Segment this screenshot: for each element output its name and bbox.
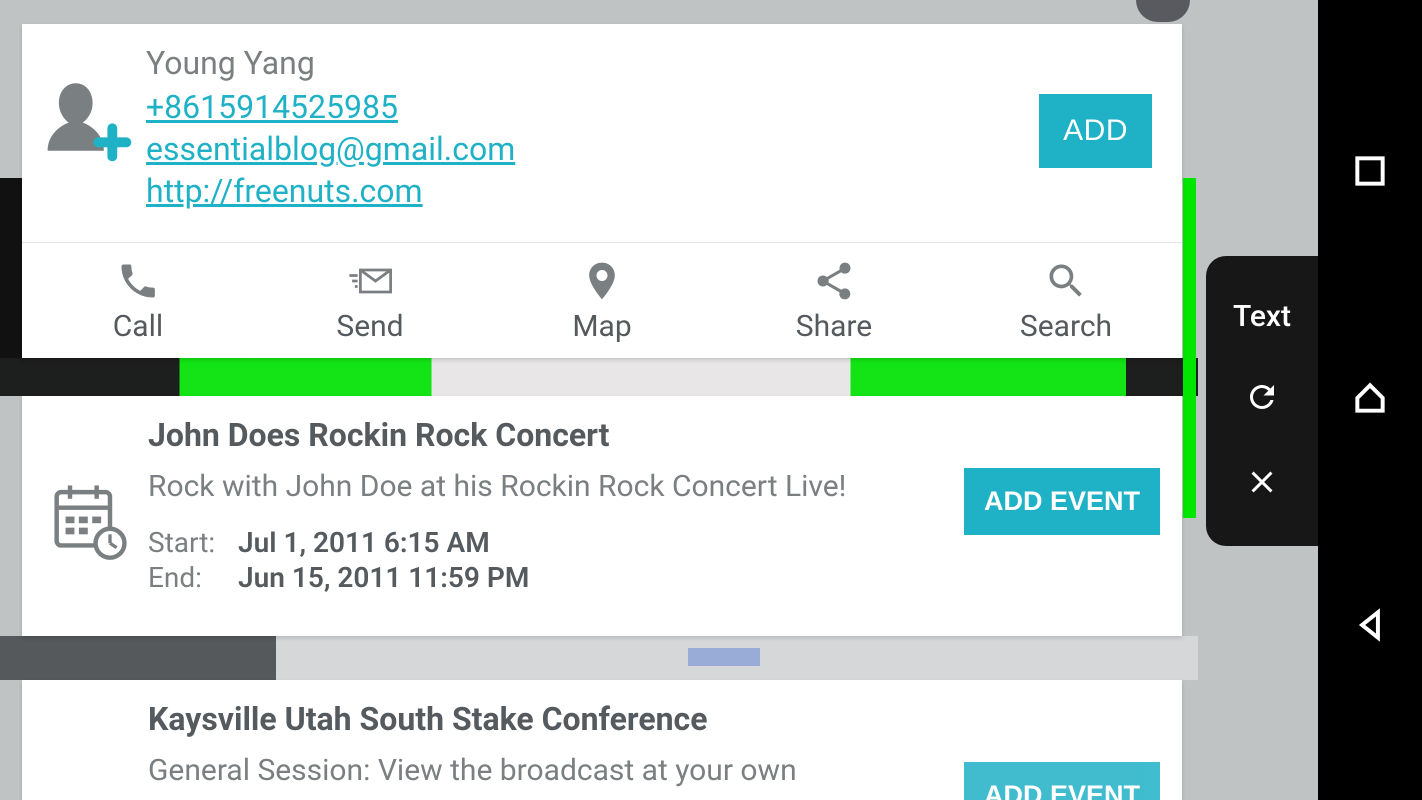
add-event-button-2[interactable]: ADD EVENT: [964, 762, 1160, 800]
action-row: Call Send Map: [22, 242, 1182, 358]
background-strip-dark: [0, 636, 276, 680]
refresh-button[interactable]: [1244, 379, 1280, 419]
nav-home-button[interactable]: [1351, 379, 1389, 421]
add-event-button-1[interactable]: ADD EVENT: [964, 468, 1160, 535]
share-icon: [812, 259, 856, 303]
search-label: Search: [1020, 309, 1112, 344]
share-action[interactable]: Share: [718, 243, 950, 358]
side-text-button[interactable]: Text: [1233, 299, 1291, 334]
event-description: Rock with John Doe at his Rockin Rock Co…: [148, 468, 952, 506]
map-action[interactable]: Map: [486, 243, 718, 358]
map-pin-icon: [580, 259, 624, 303]
back-triangle-icon: [1351, 606, 1389, 644]
close-icon: [1244, 464, 1280, 500]
event-card-1: John Does Rockin Rock Concert Rock with …: [22, 396, 1182, 636]
call-label: Call: [113, 309, 163, 344]
contact-website-link[interactable]: http://freenuts.com: [146, 170, 1039, 212]
background-scan-edge: [1183, 178, 1196, 518]
end-label: End:: [148, 561, 238, 594]
add-contact-icon: [42, 44, 132, 162]
event-card-2: Kaysville Utah South Stake Conference Ge…: [22, 680, 1182, 800]
nav-overview-button[interactable]: [1351, 152, 1389, 194]
phone-icon: [116, 259, 160, 303]
app-content: Young Yang +8615914525985 essentialblog@…: [0, 0, 1318, 800]
share-label: Share: [796, 309, 872, 344]
end-value: Jun 15, 2011 11:59 PM: [238, 561, 529, 594]
background-scan-strip: [0, 358, 1198, 396]
event-description: General Session: View the broadcast at y…: [148, 752, 952, 790]
nav-back-button[interactable]: [1351, 606, 1389, 648]
background-strip-blue: [688, 648, 760, 666]
event-title: Kaysville Utah South Stake Conference: [148, 700, 1160, 738]
call-action[interactable]: Call: [22, 243, 254, 358]
close-button[interactable]: [1244, 464, 1280, 504]
square-icon: [1351, 152, 1389, 190]
android-navbar: [1318, 0, 1422, 800]
search-action[interactable]: Search: [950, 243, 1182, 358]
add-contact-button[interactable]: ADD: [1039, 94, 1152, 168]
event-title: John Does Rockin Rock Concert: [148, 416, 1160, 454]
send-label: Send: [336, 309, 403, 344]
refresh-icon: [1244, 379, 1280, 415]
contact-email-link[interactable]: essentialblog@gmail.com: [146, 128, 1039, 170]
calendar-event-icon: [38, 416, 142, 626]
search-icon: [1044, 259, 1088, 303]
send-action[interactable]: Send: [254, 243, 486, 358]
contact-name: Young Yang: [146, 44, 1039, 82]
contact-phone-link[interactable]: +8615914525985: [146, 86, 1039, 128]
contact-card: Young Yang +8615914525985 essentialblog@…: [22, 24, 1182, 358]
send-icon: [348, 259, 392, 303]
calendar-event-icon: [38, 700, 142, 800]
notification-peek: [1136, 0, 1190, 22]
background-qr-fragment: [0, 178, 22, 358]
side-panel: Text: [1206, 256, 1318, 546]
start-label: Start:: [148, 526, 238, 559]
home-icon: [1351, 379, 1389, 417]
map-label: Map: [572, 309, 631, 344]
start-value: Jul 1, 2011 6:15 AM: [238, 526, 490, 559]
